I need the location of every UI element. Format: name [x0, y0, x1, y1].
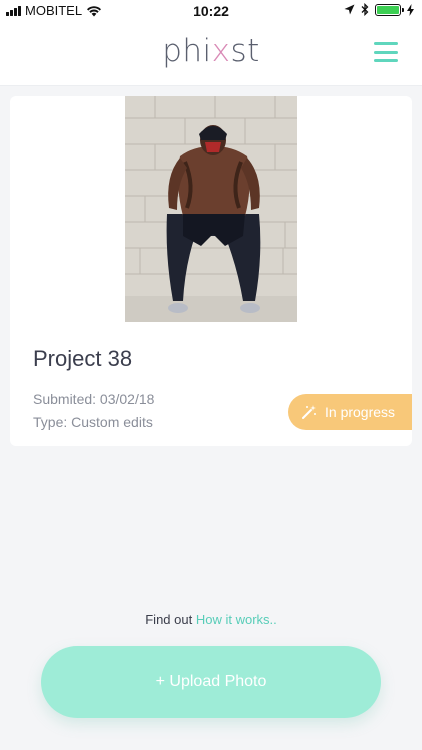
app-header: phixst: [0, 22, 422, 86]
app-screen: MOBITEL 10:22 phixst Project 38 Submited…: [0, 0, 422, 750]
app-logo: phixst: [162, 33, 260, 69]
project-card[interactable]: Project 38 Submited: 03/02/18 Type: Cust…: [10, 96, 412, 446]
bluetooth-icon: [361, 3, 369, 16]
project-type: Type: Custom edits: [33, 414, 153, 430]
project-title: Project 38: [33, 346, 133, 371]
project-photo[interactable]: [125, 96, 297, 322]
magic-wand-icon: [302, 405, 316, 419]
location-icon: [344, 4, 355, 15]
status-bar: MOBITEL 10:22: [0, 0, 422, 22]
submitted-date: Submited: 03/02/18: [33, 391, 155, 407]
how-it-works-link[interactable]: How it works..: [196, 612, 277, 627]
how-it-works-text: Find out How it works..: [0, 612, 422, 627]
find-out-label: Find out: [145, 612, 193, 627]
battery-icon: [375, 3, 404, 16]
status-label: In progress: [325, 404, 396, 420]
upload-photo-button[interactable]: + Upload Photo: [41, 646, 381, 718]
status-right: [344, 3, 414, 16]
hamburger-menu-icon[interactable]: [374, 42, 398, 62]
status-badge: In progress: [288, 394, 412, 430]
charging-icon: [407, 3, 414, 16]
